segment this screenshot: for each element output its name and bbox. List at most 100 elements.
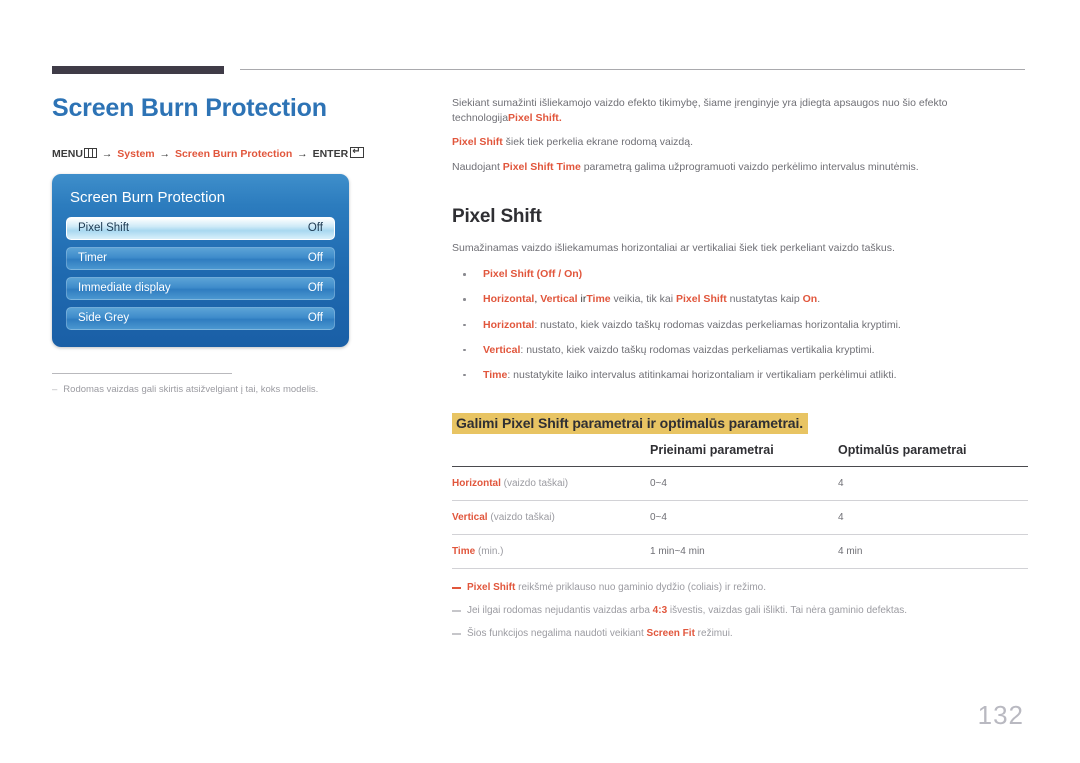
note-divider xyxy=(52,372,232,374)
table-cell-name: Vertical (vaizdo taškai) xyxy=(452,500,650,536)
subnote-term-pixel-shift: Pixel Shift xyxy=(676,293,727,306)
intro-block: Siekiant sumažinti išliekamojo vaizdo ef… xyxy=(452,96,1028,175)
footnote-text: reikšmė priklauso nuo gaminio dydžio (co… xyxy=(515,582,767,594)
table-row: Time (min.) 1 min~4 min 4 min xyxy=(452,534,1028,570)
right-column: Siekiant sumažinti išliekamojo vaizdo ef… xyxy=(452,96,1028,649)
footnote-2: Jei ilgai rodomas nejudantis vaizdas arb… xyxy=(452,603,1028,618)
breadcrumb-arrow-3: → xyxy=(297,147,308,160)
osd-row-value: Off xyxy=(307,282,323,294)
header-accent-bar xyxy=(52,66,224,74)
osd-panel-title: Screen Burn Protection xyxy=(70,188,226,206)
intro-p2-term: Pixel Shift xyxy=(452,136,503,149)
left-column: Screen Burn Protection MENU → System → S… xyxy=(52,94,412,396)
table-header-row: Prieinami parametrai Optimalūs parametra… xyxy=(452,443,1028,468)
subnote-text-1: veikia, tik kai xyxy=(610,293,676,306)
table-cell-optimal: 4 min xyxy=(838,534,1028,570)
row-term: Vertical xyxy=(452,512,488,524)
bullet-vertical: Vertical: nustato, kiek vaizdo taškų rod… xyxy=(452,343,1028,358)
footnote-lead: Jei ilgai rodomas nejudantis vaizdas arb… xyxy=(467,605,653,617)
subnote-period: . xyxy=(817,293,821,306)
osd-row-side-grey[interactable]: Side Grey Off xyxy=(66,306,335,330)
menu-grid-icon xyxy=(83,147,97,158)
header-divider-line xyxy=(240,69,1025,70)
table-caption: Galimi Pixel Shift parametrai ir optimal… xyxy=(452,413,809,435)
subnote-term-vertical: Vertical xyxy=(540,293,578,306)
footnote-term: Screen Fit xyxy=(646,628,695,640)
intro-paragraph-1: Siekiant sumažinti išliekamojo vaizdo ef… xyxy=(452,96,1028,126)
osd-row-value: Off xyxy=(307,222,323,234)
parameters-table: Prieinami parametrai Optimalūs parametra… xyxy=(452,443,1028,570)
bullet-time: Time: nustatykite laiko intervalus atiti… xyxy=(452,368,1028,383)
manual-page: Screen Burn Protection MENU → System → S… xyxy=(0,0,1080,763)
table-cell-name: Time (min.) xyxy=(452,534,650,570)
row-unit: (min.) xyxy=(475,546,504,558)
subnote-term-horizontal: Horizontal xyxy=(483,293,535,306)
bullet-term: Vertical xyxy=(483,343,521,356)
osd-menu-panel: Screen Burn Protection Pixel Shift Off T… xyxy=(52,173,349,347)
footnote-1: Pixel Shift reikšmė priklauso nuo gamini… xyxy=(452,580,1028,595)
section-lead: Sumažinamas vaizdo išliekamumas horizont… xyxy=(452,241,895,254)
table-cell-available: 0~4 xyxy=(650,500,838,536)
note-dash: – xyxy=(52,383,58,395)
row-term: Horizontal xyxy=(452,478,501,490)
bullet-description: : nustatykite laiko intervalus atitinkam… xyxy=(507,368,897,381)
footnote-text: išvestis, vaizdas gali išlikti. Tai nėra… xyxy=(667,605,908,617)
breadcrumb-item-screen-burn-protection: Screen Burn Protection xyxy=(174,147,293,160)
osd-row-label: Side Grey xyxy=(78,312,130,324)
table-header-blank xyxy=(452,443,650,468)
row-term: Time xyxy=(452,546,476,558)
section-title: Pixel Shift xyxy=(452,205,542,227)
osd-row-timer[interactable]: Timer Off xyxy=(66,246,335,270)
enter-return-icon: ↵ xyxy=(350,146,365,158)
osd-row-label: Immediate display xyxy=(78,282,171,294)
intro-p3-term: Pixel Shift Time xyxy=(502,160,581,173)
intro-p3-lead: Naudojant xyxy=(452,160,503,173)
footnote-lead: Šios funkcijos negalima naudoti veikiant xyxy=(467,628,647,640)
row-unit: (vaizdo taškai) xyxy=(500,478,569,490)
intro-p1-term: Pixel Shift xyxy=(508,112,559,125)
bullet-term: Time xyxy=(483,368,508,381)
table-row: Horizontal (vaizdo taškai) 0~4 4 xyxy=(452,466,1028,502)
table-cell-optimal: 4 xyxy=(838,466,1028,502)
footnote-term: Pixel Shift xyxy=(467,582,516,594)
intro-p2-text: šiek tiek perkelia ekrane rodomą vaizdą. xyxy=(502,136,694,149)
page-number: 132 xyxy=(977,700,1024,730)
subnote-term-time: Time xyxy=(586,293,611,306)
footnote-term: 4:3 xyxy=(652,605,668,617)
intro-p1-period: . xyxy=(558,112,562,125)
page-title: Screen Burn Protection xyxy=(52,94,327,122)
breadcrumb-menu-label: MENU xyxy=(52,147,83,160)
row-unit: (vaizdo taškai) xyxy=(487,512,555,524)
osd-row-label: Pixel Shift xyxy=(78,222,130,234)
table-cell-available: 1 min~4 min xyxy=(650,534,838,570)
footnotes-block: Pixel Shift reikšmė priklauso nuo gamini… xyxy=(452,580,1028,641)
breadcrumb-enter-label: ENTER xyxy=(312,147,349,160)
subnote-term-on: On xyxy=(802,293,818,306)
table-cell-name: Horizontal (vaizdo taškai) xyxy=(452,466,650,502)
table-cell-available: 0~4 xyxy=(650,466,838,502)
breadcrumb-arrow-1: → xyxy=(101,147,113,160)
osd-row-value: Off xyxy=(307,312,323,324)
table-header-optimal: Optimalūs parametrai xyxy=(838,443,1028,468)
intro-p3-text: parametrą galima užprogramuoti vaizdo pe… xyxy=(580,160,919,173)
bullet-term: Pixel Shift xyxy=(483,268,534,281)
footnote-3: Šios funkcijos negalima naudoti veikiant… xyxy=(452,626,1028,641)
bullet-pixel-shift-options: Pixel Shift (Off / On) xyxy=(452,267,1028,282)
left-note: – Rodomas vaizdas gali skirtis atsižvelg… xyxy=(52,383,412,396)
section-bullet-list: Pixel Shift (Off / On) Horizontal, Verti… xyxy=(452,267,1028,383)
subnote-text-2: nustatytas kaip xyxy=(726,293,803,306)
breadcrumb: MENU → System → Screen Burn Protection →… xyxy=(52,146,412,160)
osd-row-pixel-shift[interactable]: Pixel Shift Off xyxy=(66,216,335,240)
bullet-horizontal: Horizontal: nustato, kiek vaizdo taškų r… xyxy=(452,318,1028,333)
bullet-options: (Off / On) xyxy=(533,268,583,281)
osd-row-immediate-display[interactable]: Immediate display Off xyxy=(66,276,335,300)
bullet-description: : nustato, kiek vaizdo taškų rodomas vai… xyxy=(520,343,875,356)
breadcrumb-item-system: System xyxy=(117,147,155,160)
table-cell-optimal: 4 xyxy=(838,500,1028,536)
intro-paragraph-2: Pixel Shift šiek tiek perkelia ekrane ro… xyxy=(452,135,1028,150)
bullet-description: : nustato, kiek vaizdo taškų rodomas vai… xyxy=(534,318,901,331)
note-text: Rodomas vaizdas gali skirtis atsižvelgia… xyxy=(63,383,319,395)
bullet-term: Horizontal xyxy=(483,318,535,331)
subnote-conjunction: ir xyxy=(577,293,587,306)
osd-row-value: Off xyxy=(307,252,323,264)
